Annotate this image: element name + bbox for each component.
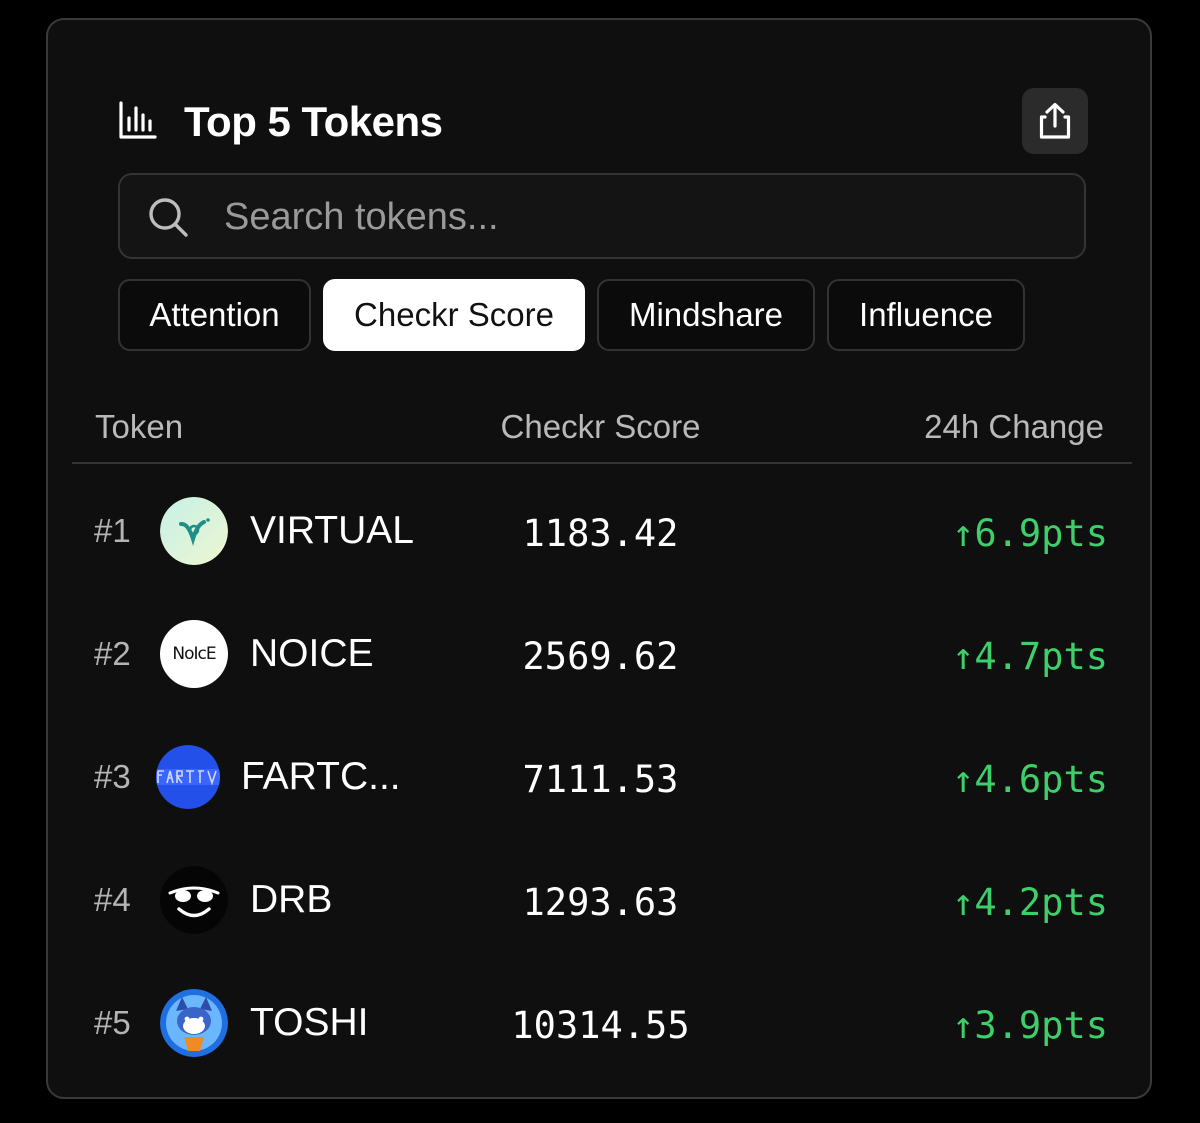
token-name: TOSHI xyxy=(250,1001,369,1044)
bar-chart-icon xyxy=(119,101,157,139)
checkr-score-value: 2569.62 xyxy=(522,635,679,678)
table-row[interactable]: #2 NoIcE NOICE 2569.62 ↑4.7pts xyxy=(48,620,1154,743)
top-tokens-card: Top 5 Tokens Attention Checkr Score Mind… xyxy=(46,18,1152,1099)
table-row[interactable]: #5 TOSHI 10314.55 ↑3.9pts xyxy=(48,989,1154,1112)
noice-logo: NoIcE xyxy=(160,620,228,688)
toshi-logo xyxy=(160,989,228,1057)
token-rank: #1 xyxy=(94,512,131,549)
table-row[interactable]: #3 FARTC... 7111.53 ↑4.6pts xyxy=(48,743,1154,866)
column-header-checkr-score[interactable]: Checkr Score xyxy=(428,408,773,446)
change-value: ↑3.9pts xyxy=(952,1004,1108,1047)
tab-mindshare[interactable]: Mindshare xyxy=(597,279,815,351)
card-header: Top 5 Tokens xyxy=(118,88,1088,156)
tab-checkr-score[interactable]: Checkr Score xyxy=(323,279,585,351)
token-name: VIRTUAL xyxy=(250,509,414,552)
checkr-score-value: 1183.42 xyxy=(522,512,679,555)
table-row[interactable]: #1 VIRTUAL 1183.42 ↑6.9pts xyxy=(48,497,1154,620)
search-input[interactable] xyxy=(222,185,1066,249)
token-name: FARTC... xyxy=(241,755,401,798)
column-header-24h-change[interactable]: 24h Change xyxy=(924,408,1104,446)
change-value: ↑4.7pts xyxy=(952,635,1108,678)
column-header-token[interactable]: Token xyxy=(95,408,183,446)
share-icon xyxy=(1039,102,1071,139)
checkr-score-value: 10314.55 xyxy=(511,1004,690,1047)
share-button[interactable] xyxy=(1022,88,1088,154)
search-icon xyxy=(149,198,188,237)
table-row[interactable]: #4 DRB 1293.63 ↑4.2pts xyxy=(48,866,1154,989)
change-value: ↑4.6pts xyxy=(952,758,1108,801)
search-box xyxy=(118,173,1086,259)
token-name: DRB xyxy=(250,878,333,921)
fartcoin-logo xyxy=(156,745,220,809)
token-name: NOICE xyxy=(250,632,374,675)
tab-influence[interactable]: Influence xyxy=(827,279,1025,351)
checkr-score-value: 1293.63 xyxy=(522,881,679,924)
drb-logo xyxy=(160,866,228,934)
change-value: ↑6.9pts xyxy=(952,512,1108,555)
change-value: ↑4.2pts xyxy=(952,881,1108,924)
token-rank: #4 xyxy=(94,881,131,918)
token-rank: #3 xyxy=(94,758,131,795)
virtual-logo xyxy=(160,497,228,565)
table-divider xyxy=(72,462,1132,464)
tab-attention[interactable]: Attention xyxy=(118,279,311,351)
page-title: Top 5 Tokens xyxy=(184,98,443,145)
token-rank: #5 xyxy=(94,1004,131,1041)
noice-logo-text: NoIcE xyxy=(172,644,216,664)
token-rank: #2 xyxy=(94,635,131,672)
checkr-score-value: 7111.53 xyxy=(522,758,679,801)
